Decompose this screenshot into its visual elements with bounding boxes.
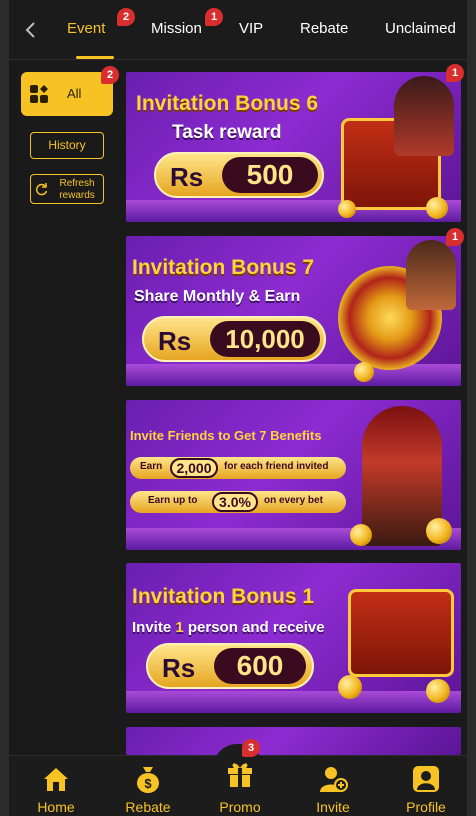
coin-decoration [350, 524, 372, 546]
tab-event[interactable]: Event [67, 20, 105, 37]
currency-label: Rs [170, 162, 204, 192]
coin-decoration [426, 518, 452, 544]
banner-floor [126, 364, 461, 386]
category-all-button[interactable]: All [21, 72, 113, 116]
frame-edge-right [467, 0, 476, 816]
nav-promo-badge: 3 [242, 739, 260, 757]
event-banner-invitation-bonus-7[interactable]: Invitation Bonus 7 Share Monthly & Earn … [126, 236, 461, 386]
gift-icon [228, 763, 252, 787]
event-banner-invitation-bonus-1[interactable]: Invitation Bonus 1 Invite 1 person and r… [126, 563, 461, 713]
tab-unclaimed[interactable]: Unclaimed [385, 20, 456, 37]
event-banner-partial[interactable] [126, 727, 461, 755]
nav-invite-label: Invite [316, 799, 350, 815]
benefit-row: Earn 2,000 for each friend invited [130, 457, 346, 479]
nav-rebate[interactable]: $ Rebate [103, 756, 193, 816]
history-button[interactable]: History [30, 132, 104, 159]
banner-subtitle: Task reward [172, 122, 282, 143]
reward-pill: Rs 500 [154, 152, 324, 198]
event-banner-invite-friends[interactable]: Invite Friends to Get 7 Benefits Earn 2,… [126, 400, 461, 550]
banner-title: Invitation Bonus 6 [136, 92, 319, 115]
profile-icon [413, 766, 439, 792]
banner-subtitle: Share Monthly & Earn [134, 288, 301, 305]
banner-title: Invitation Bonus 1 [132, 585, 315, 608]
reward-amount: 10,000 [210, 321, 320, 357]
tab-vip[interactable]: VIP [239, 20, 263, 37]
active-tab-indicator [76, 56, 114, 59]
money-bag-icon: $ [137, 767, 159, 793]
back-button[interactable] [19, 18, 43, 42]
currency-label: Rs [158, 326, 192, 356]
currency-label: Rs [162, 653, 196, 683]
nav-invite[interactable]: Invite [288, 756, 378, 816]
coin-decoration [426, 197, 448, 219]
nav-home-label: Home [37, 799, 75, 815]
reward-pill: Rs 10,000 [142, 316, 326, 362]
tab-event-badge: 2 [117, 8, 135, 26]
benefit-row: Earn up to 3.0% on every bet [130, 491, 346, 513]
svg-text:$: $ [144, 776, 152, 791]
nav-profile-label: Profile [406, 799, 446, 815]
refresh-rewards-label: Refresh rewards [59, 178, 95, 201]
top-tab-bar: Event 2 Mission 1 VIP Rebate Unclaimed [9, 0, 467, 60]
pirate-illustration [394, 76, 454, 156]
subtitle-number: 1 [175, 619, 184, 636]
home-icon [44, 768, 68, 791]
banner-title: Invitation Bonus 7 [132, 256, 315, 279]
chevron-left-icon [25, 22, 35, 38]
benefit-post: on every bet [264, 495, 323, 506]
category-all-label: All [67, 86, 82, 101]
benefit-value: 3.0% [212, 492, 258, 512]
category-sidebar: All 2 History Refresh rewards [9, 60, 121, 755]
bottom-navigation: Home $ Rebate Promo 3 Invite Profile [9, 739, 467, 816]
coin-decoration [354, 362, 374, 382]
frame-edge-left [0, 0, 9, 816]
boxer-illustration [406, 240, 456, 310]
refresh-rewards-button[interactable]: Refresh rewards [30, 174, 104, 204]
add-user-icon [320, 767, 348, 792]
benefit-pre: Earn [140, 461, 163, 472]
benefit-value: 2,000 [170, 458, 218, 478]
nav-promo[interactable]: Promo [195, 756, 285, 816]
benefit-post: for each friend invited [224, 461, 329, 472]
banner-subtitle: Invite 1 person and receive [132, 619, 325, 636]
treasure-chest-illustration [348, 589, 454, 677]
nav-profile[interactable]: Profile [381, 756, 471, 816]
banner-floor [126, 691, 461, 713]
event-banner-invitation-bonus-6[interactable]: Invitation Bonus 6 Task reward Rs 500 [126, 72, 461, 222]
refresh-icon [35, 183, 48, 196]
reward-amount: 600 [214, 648, 306, 684]
subtitle-pre: Invite [132, 619, 172, 636]
banner-badge: 1 [446, 64, 464, 82]
reward-pill: Rs 600 [146, 643, 314, 689]
tab-mission[interactable]: Mission [151, 20, 202, 37]
coin-decoration [426, 679, 450, 703]
nav-rebate-label: Rebate [125, 799, 171, 815]
banner-badge: 1 [446, 228, 464, 246]
nav-home[interactable]: Home [11, 756, 101, 816]
reward-amount: 500 [222, 157, 318, 193]
grid-icon [30, 85, 48, 103]
nav-promo-label: Promo [219, 799, 261, 815]
coin-decoration [338, 200, 356, 218]
benefit-pre: Earn up to [148, 495, 198, 506]
tab-rebate[interactable]: Rebate [300, 20, 348, 37]
tab-mission-badge: 1 [205, 8, 223, 26]
category-all-badge: 2 [101, 66, 119, 84]
banner-title: Invite Friends to Get 7 Benefits [130, 428, 322, 443]
subtitle-post: person and receive [187, 619, 325, 636]
coin-decoration [338, 675, 362, 699]
